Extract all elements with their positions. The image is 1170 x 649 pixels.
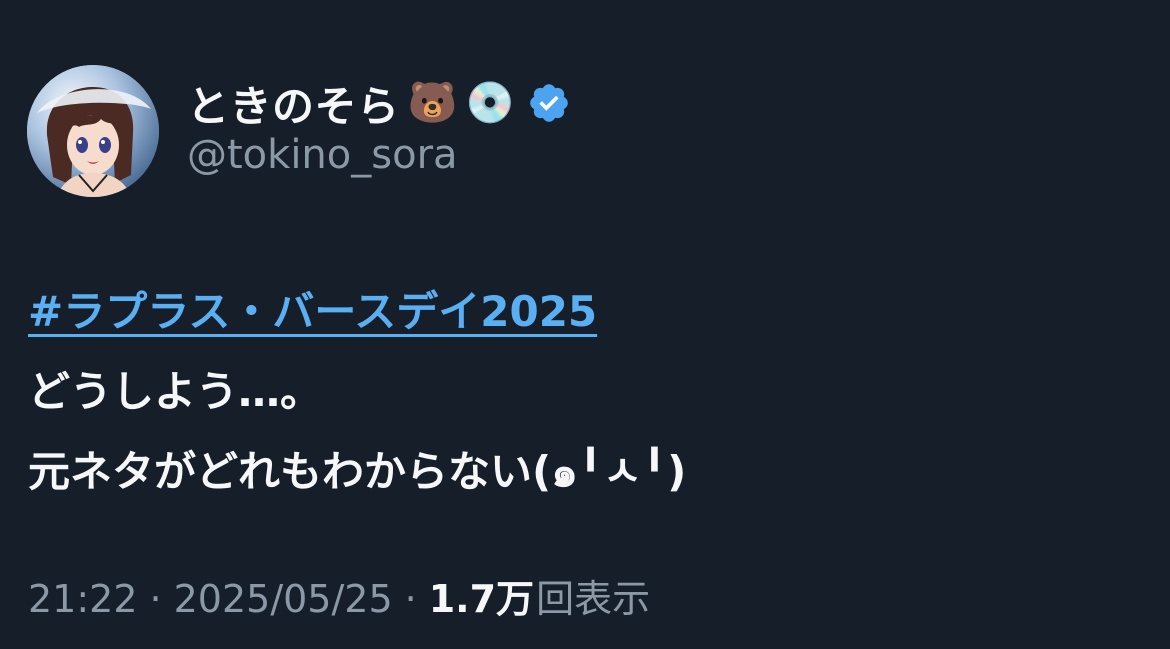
tweet-detail: ときのそら 🐻 💿 @tokino_sora #ラプラス・バースデイ2025 ど… bbox=[0, 0, 1170, 649]
author-handle[interactable]: @tokino_sora bbox=[187, 132, 458, 178]
author-name-row[interactable]: ときのそら 🐻 💿 bbox=[187, 72, 571, 134]
bear-emoji: 🐻 bbox=[407, 80, 458, 126]
avatar-image bbox=[27, 65, 159, 197]
disc-emoji: 💿 bbox=[465, 80, 516, 126]
tweet-text: #ラプラス・バースデイ2025 どうしよう…。 元ネタがどれもわからない(๑╹ㅅ… bbox=[28, 272, 1128, 512]
tweet-line-1: #ラプラス・バースデイ2025 bbox=[28, 272, 1128, 352]
meta-separator: · bbox=[404, 577, 417, 621]
tweet-date[interactable]: 2025/05/25 bbox=[174, 577, 393, 621]
tweet-meta: 21:22 · 2025/05/25 · 1.7万 回表示 bbox=[28, 568, 650, 623]
meta-separator: · bbox=[149, 577, 162, 621]
display-name[interactable]: ときのそら bbox=[187, 73, 400, 134]
avatar[interactable] bbox=[27, 65, 159, 197]
views-count[interactable]: 1.7万 bbox=[429, 568, 534, 623]
tweet-time[interactable]: 21:22 bbox=[28, 577, 138, 621]
verified-badge-icon[interactable] bbox=[527, 81, 571, 125]
views-label: 回表示 bbox=[536, 577, 651, 621]
tweet-line-2: どうしよう…。 bbox=[28, 367, 323, 416]
hashtag-link[interactable]: #ラプラス・バースデイ2025 bbox=[28, 287, 597, 336]
tweet-line-3: 元ネタがどれもわからない(๑╹ㅅ╹) bbox=[28, 447, 687, 496]
